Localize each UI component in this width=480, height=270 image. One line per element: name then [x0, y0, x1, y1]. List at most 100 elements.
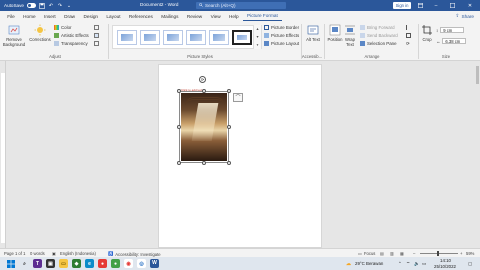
- change-picture-button[interactable]: [94, 33, 99, 38]
- zoom-out-icon[interactable]: –: [413, 251, 415, 256]
- battery-icon[interactable]: ▭: [422, 261, 426, 267]
- color-button[interactable]: Color: [54, 25, 72, 30]
- tab-layout[interactable]: Layout: [102, 11, 124, 21]
- tab-insert[interactable]: Insert: [40, 11, 60, 21]
- proofing-icon[interactable]: ▣: [52, 251, 56, 256]
- resize-handle[interactable]: [227, 125, 231, 129]
- print-layout-icon[interactable]: ▥: [390, 251, 394, 256]
- edge-icon[interactable]: e: [85, 259, 94, 268]
- weather-text[interactable]: 29°C Berawan: [355, 261, 383, 266]
- chevron-down-icon[interactable]: ▼: [256, 35, 260, 39]
- picture-style-thumb[interactable]: [186, 29, 206, 45]
- vertical-scrollbar[interactable]: [475, 61, 480, 248]
- notification-icon[interactable]: ▢: [468, 261, 472, 267]
- resize-handle[interactable]: [177, 161, 181, 165]
- picture-layout-button[interactable]: Picture Layout: [264, 41, 299, 46]
- corrections-button[interactable]: Corrections: [29, 24, 51, 42]
- undo-icon[interactable]: ↶: [48, 3, 54, 9]
- bring-forward-button[interactable]: Bring Forward: [360, 25, 395, 30]
- picture-style-thumb[interactable]: [209, 29, 229, 45]
- app-icon[interactable]: ●: [98, 259, 107, 268]
- network-icon[interactable]: ⌔: [406, 261, 410, 267]
- rotate-handle[interactable]: ⟳: [199, 76, 206, 83]
- close-icon[interactable]: ✕: [464, 0, 476, 11]
- remove-background-button[interactable]: Remove Background: [3, 24, 25, 47]
- zoom-in-icon[interactable]: +: [460, 251, 462, 256]
- autosave-toggle[interactable]: [26, 3, 36, 8]
- chevron-up-icon[interactable]: ▲: [256, 27, 260, 31]
- task-view-icon[interactable]: ▣: [46, 259, 55, 268]
- tab-picture-format[interactable]: Picture Format: [242, 11, 282, 21]
- group-button[interactable]: [406, 33, 411, 38]
- layout-options-button[interactable]: ⌒: [233, 93, 243, 102]
- alt-text-button[interactable]: Alt Text: [304, 24, 322, 42]
- position-button[interactable]: Position: [326, 24, 344, 42]
- selected-picture[interactable]: [179, 91, 229, 163]
- width-input[interactable]: 6.38 cm: [442, 38, 467, 44]
- web-layout-icon[interactable]: ▦: [400, 251, 404, 256]
- styles-gallery-scroll[interactable]: ▲ ▼ ▾: [253, 25, 261, 49]
- rotate-button[interactable]: ⟳: [406, 41, 410, 47]
- word-count[interactable]: 0 words: [30, 251, 45, 256]
- resize-handle[interactable]: [177, 89, 181, 93]
- clock-time[interactable]: 14:10: [440, 258, 451, 263]
- app-icon[interactable]: ●: [111, 259, 120, 268]
- volume-icon[interactable]: 🔈: [414, 261, 419, 267]
- tab-file[interactable]: File: [3, 11, 19, 21]
- customize-toolbar-icon[interactable]: ⌄: [66, 3, 72, 9]
- wrap-text-button[interactable]: Wrap Text: [343, 24, 357, 47]
- ribbon-display-icon[interactable]: [414, 0, 426, 11]
- page-count[interactable]: Page 1 of 1: [4, 251, 25, 256]
- picture-effects-button[interactable]: Picture Effects: [264, 33, 299, 38]
- zoom-slider[interactable]: [420, 251, 458, 256]
- minimize-icon[interactable]: –: [430, 0, 442, 11]
- sign-in-button[interactable]: Sign in: [393, 2, 411, 9]
- read-mode-icon[interactable]: ▤: [380, 251, 384, 256]
- compress-pictures-button[interactable]: [94, 25, 99, 30]
- height-field[interactable]: ↕ 9 cm: [436, 27, 465, 33]
- tab-references[interactable]: References: [125, 11, 157, 21]
- reset-picture-button[interactable]: [94, 41, 99, 46]
- align-button[interactable]: [406, 25, 411, 30]
- tab-view[interactable]: View: [206, 11, 224, 21]
- tab-draw[interactable]: Draw: [60, 11, 79, 21]
- search-box[interactable]: Search (Alt+Q): [196, 2, 286, 9]
- redo-icon[interactable]: ↷: [57, 3, 63, 9]
- share-button[interactable]: ⇪ Share: [453, 12, 477, 20]
- transparency-button[interactable]: Transparency: [54, 41, 88, 46]
- resize-handle[interactable]: [177, 125, 181, 129]
- resize-handle[interactable]: [227, 89, 231, 93]
- tab-review[interactable]: Review: [183, 11, 207, 21]
- language[interactable]: English (Indonesia): [60, 251, 96, 256]
- word-icon[interactable]: W: [150, 259, 159, 268]
- more-styles-icon[interactable]: ▾: [257, 43, 259, 47]
- zoom-slider-thumb[interactable]: [437, 251, 439, 256]
- tab-help[interactable]: Help: [225, 11, 243, 21]
- search-taskbar-icon[interactable]: ⌕: [20, 259, 29, 268]
- tab-home[interactable]: Home: [19, 11, 40, 21]
- picture-style-thumb[interactable]: [163, 29, 183, 45]
- app-icon[interactable]: ◎: [137, 259, 146, 268]
- resize-handle[interactable]: [227, 161, 231, 165]
- picture-style-thumb[interactable]: [232, 29, 252, 45]
- start-icon[interactable]: [6, 259, 15, 268]
- tab-design[interactable]: Design: [79, 11, 102, 21]
- width-field[interactable]: ↔ 6.38 cm: [436, 38, 467, 44]
- file-explorer-icon[interactable]: ▭: [59, 259, 68, 268]
- height-input[interactable]: 9 cm: [440, 27, 465, 33]
- zoom-level[interactable]: 59%: [466, 251, 474, 256]
- tray-chevron-icon[interactable]: ⌃: [398, 261, 402, 267]
- crop-button[interactable]: Crop: [420, 24, 434, 42]
- picture-border-button[interactable]: Picture Border: [264, 25, 299, 30]
- send-backward-button[interactable]: Send Backward: [360, 33, 398, 38]
- save-icon[interactable]: [39, 2, 45, 9]
- artistic-effects-button[interactable]: Artistic Effects: [54, 33, 89, 38]
- resize-handle[interactable]: [202, 89, 206, 93]
- clock-date[interactable]: 25/10/2022: [434, 264, 456, 269]
- teams-icon[interactable]: T: [33, 259, 42, 268]
- weather-icon[interactable]: ☁: [344, 259, 353, 268]
- resize-handle[interactable]: [202, 161, 206, 165]
- picture-style-thumb[interactable]: [140, 29, 160, 45]
- picture-style-thumb[interactable]: [117, 29, 137, 45]
- maximize-icon[interactable]: [446, 0, 458, 11]
